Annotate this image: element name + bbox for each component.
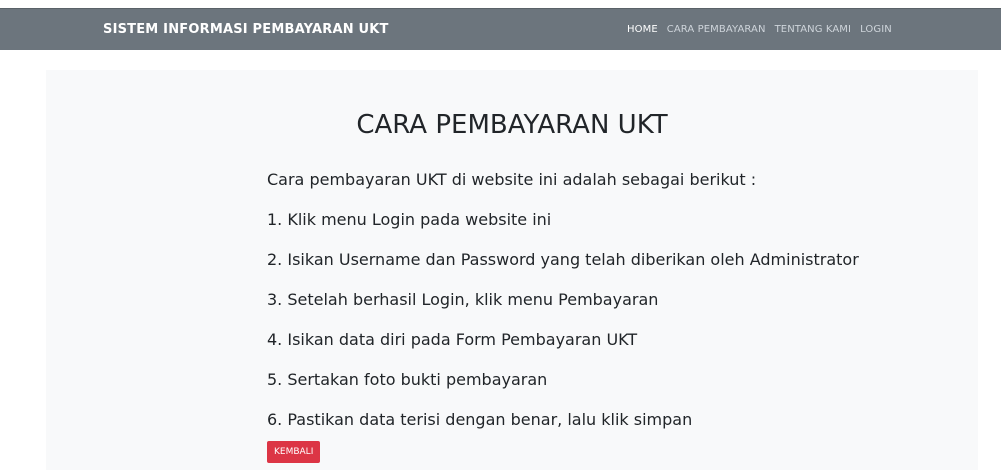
step-4: 4. Isikan data diri pada Form Pembayaran… — [267, 330, 638, 349]
back-button[interactable]: KEMBALI — [267, 441, 321, 463]
step-1: 1. Klik menu Login pada website ini — [267, 210, 552, 229]
payment-steps-list: Cara pembayaran UKT di website ini adala… — [267, 168, 859, 448]
nav-link-login[interactable]: LOGIN — [860, 24, 892, 35]
step-3: 3. Setelah berhasil Login, klik menu Pem… — [267, 290, 659, 309]
nav-links: HOME CARA PEMBAYARAN TENTANG KAMI LOGIN — [627, 24, 892, 35]
top-navbar: SISTEM INFORMASI PEMBAYARAN UKT HOME CAR… — [0, 8, 1001, 50]
step-2: 2. Isikan Username dan Password yang tel… — [267, 250, 859, 269]
nav-link-home[interactable]: HOME — [627, 24, 658, 35]
intro-text: Cara pembayaran UKT di website ini adala… — [267, 170, 757, 189]
nav-link-cara-pembayaran[interactable]: CARA PEMBAYARAN — [667, 24, 766, 35]
step-6: 6. Pastikan data terisi dengan benar, la… — [267, 410, 693, 429]
page-title: CARA PEMBAYARAN UKT — [356, 110, 668, 140]
brand-title[interactable]: SISTEM INFORMASI PEMBAYARAN UKT — [103, 22, 389, 37]
content-card: CARA PEMBAYARAN UKT Cara pembayaran UKT … — [46, 70, 978, 470]
step-5: 5. Sertakan foto bukti pembayaran — [267, 370, 548, 389]
nav-link-tentang-kami[interactable]: TENTANG KAMI — [775, 24, 852, 35]
